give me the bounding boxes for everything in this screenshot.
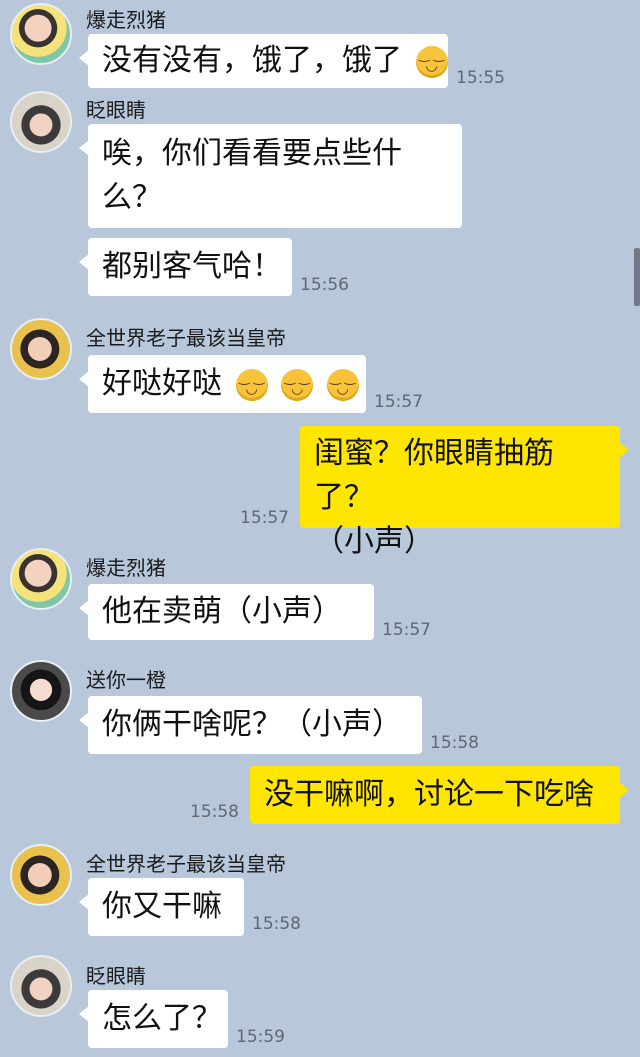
wink-emoji-icon bbox=[281, 368, 314, 401]
sender-name: 眨眼睛 bbox=[86, 98, 146, 122]
message-text: 没有没有，饿了，饿了 bbox=[102, 43, 402, 78]
avatar[interactable] bbox=[10, 844, 72, 906]
message-text: 都别客气哈！ bbox=[102, 249, 282, 284]
wink-emoji-icon bbox=[235, 368, 268, 401]
timestamp: 15:58 bbox=[190, 802, 239, 822]
message-text: 你又干嘛 bbox=[102, 889, 222, 924]
message-bubble[interactable]: 没干嘛啊，讨论一下吃啥 bbox=[250, 766, 629, 824]
message-text: 唉，你们看看要点些什 bbox=[102, 136, 402, 171]
avatar[interactable] bbox=[10, 3, 72, 65]
scrollbar[interactable] bbox=[634, 248, 640, 306]
message-text: 闺蜜？你眼睛抽筋了？ bbox=[314, 436, 554, 515]
message-bubble[interactable]: 你又干嘛 bbox=[79, 878, 244, 936]
message-bubble[interactable]: 怎么了？ bbox=[79, 990, 228, 1048]
avatar[interactable] bbox=[10, 548, 72, 610]
message-text: （小声） bbox=[314, 524, 434, 559]
sender-name: 送你一橙 bbox=[86, 668, 166, 692]
message-bubble[interactable]: 闺蜜？你眼睛抽筋了？ （小声） bbox=[300, 426, 629, 559]
message-bubble[interactable]: 没有没有，饿了，饿了 bbox=[79, 34, 448, 88]
avatar[interactable] bbox=[10, 91, 72, 153]
avatar[interactable] bbox=[10, 955, 72, 1017]
smile-emoji-icon bbox=[415, 45, 448, 78]
message-text: 你俩干啥呢？（小声） bbox=[102, 707, 402, 742]
message-text: 怎么了？ bbox=[102, 1001, 222, 1036]
avatar[interactable] bbox=[10, 318, 72, 380]
message-text: 他在卖萌（小声） bbox=[102, 594, 342, 629]
sender-name: 全世界老子最该当皇帝 bbox=[86, 326, 286, 350]
sender-name: 眨眼睛 bbox=[86, 964, 146, 988]
message-bubble[interactable]: 你俩干啥呢？（小声） bbox=[79, 696, 422, 754]
sender-name: 爆走烈猪 bbox=[86, 556, 166, 580]
timestamp: 15:57 bbox=[374, 392, 423, 412]
timestamp: 15:58 bbox=[252, 914, 301, 934]
timestamp: 15:56 bbox=[300, 275, 349, 295]
sender-name: 全世界老子最该当皇帝 bbox=[86, 852, 286, 876]
timestamp: 15:57 bbox=[382, 620, 431, 640]
sender-name: 爆走烈猪 bbox=[86, 8, 166, 32]
timestamp: 15:55 bbox=[456, 68, 505, 88]
wink-emoji-icon bbox=[326, 368, 359, 401]
timestamp: 15:58 bbox=[430, 733, 479, 753]
message-text: 么？ bbox=[102, 180, 162, 215]
message-bubble[interactable]: 他在卖萌（小声） bbox=[79, 584, 374, 640]
message-bubble[interactable]: 唉，你们看看要点些什 么？ bbox=[79, 124, 462, 228]
message-text: 没干嘛啊，讨论一下吃啥 bbox=[264, 777, 594, 812]
message-bubble[interactable]: 好哒好哒 bbox=[79, 355, 366, 413]
avatar[interactable] bbox=[10, 660, 72, 722]
message-text: 好哒好哒 bbox=[102, 366, 222, 401]
timestamp: 15:59 bbox=[236, 1027, 285, 1047]
timestamp: 15:57 bbox=[240, 508, 289, 528]
message-bubble[interactable]: 都别客气哈！ bbox=[79, 238, 292, 296]
